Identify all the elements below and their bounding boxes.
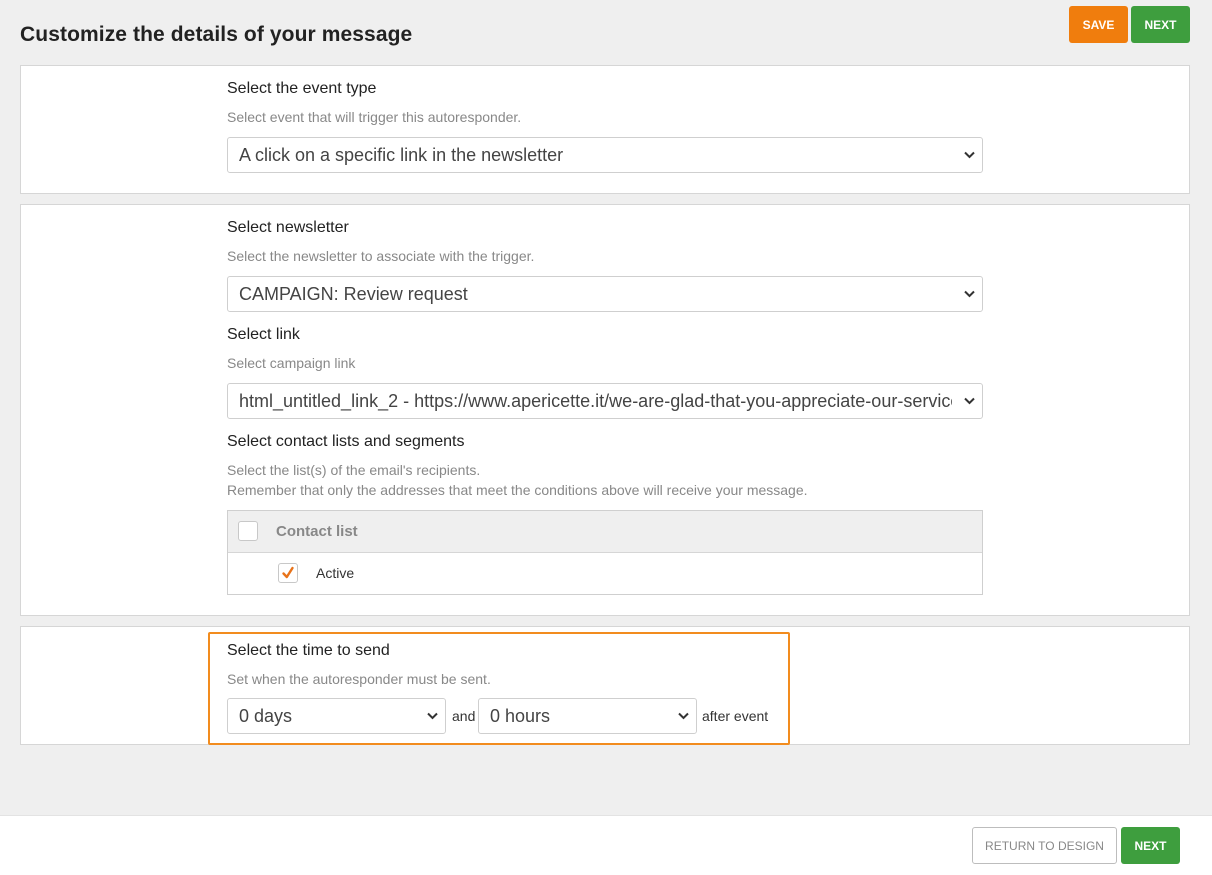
contact-lists-help-2: Remember that only the addresses that me… (227, 482, 808, 498)
newsletter-select[interactable]: CAMPAIGN: Review request (227, 276, 983, 312)
column-header-contact-list: Contact list (276, 523, 358, 540)
row-checkbox-active[interactable] (278, 563, 298, 583)
event-type-card: Select the event type Select event that … (20, 65, 1190, 194)
contact-lists-label: Select contact lists and segments (227, 433, 465, 450)
chevron-down-icon (962, 287, 976, 301)
select-all-checkbox[interactable] (238, 521, 258, 541)
table-row: Active (228, 553, 982, 594)
newsletter-label: Select newsletter (227, 219, 349, 236)
newsletter-value: CAMPAIGN: Review request (239, 283, 468, 304)
event-type-value: A click on a specific link in the newsle… (239, 144, 564, 165)
event-type-label: Select the event type (227, 80, 377, 97)
row-label-active: Active (316, 565, 355, 581)
next-button-top[interactable]: NEXT (1131, 6, 1190, 43)
footer-bar: RETURN TO DESIGN NEXT (0, 815, 1212, 875)
return-to-design-button[interactable]: RETURN TO DESIGN (972, 827, 1117, 864)
event-type-select[interactable]: A click on a specific link in the newsle… (227, 137, 983, 173)
timing-highlight-frame (208, 632, 790, 745)
newsletter-card: Select newsletter Select the newsletter … (20, 204, 1190, 616)
save-button[interactable]: SAVE (1069, 6, 1128, 43)
chevron-down-icon (962, 394, 976, 408)
check-icon (282, 566, 294, 579)
next-button-bottom[interactable]: NEXT (1121, 827, 1180, 864)
newsletter-help: Select the newsletter to associate with … (227, 248, 535, 264)
link-select[interactable]: html_untitled_link_2 - https://www.aperi… (227, 383, 983, 419)
link-label: Select link (227, 326, 300, 343)
link-value: html_untitled_link_2 - https://www.aperi… (239, 390, 952, 411)
page-title: Customize the details of your message (20, 23, 413, 46)
table-header: Contact list (228, 511, 982, 553)
contact-list-table: Contact list Active (227, 510, 983, 595)
contact-lists-help-1: Select the list(s) of the email's recipi… (227, 462, 481, 478)
link-help: Select campaign link (227, 355, 356, 371)
event-type-help: Select event that will trigger this auto… (227, 109, 522, 125)
chevron-down-icon (962, 148, 976, 162)
